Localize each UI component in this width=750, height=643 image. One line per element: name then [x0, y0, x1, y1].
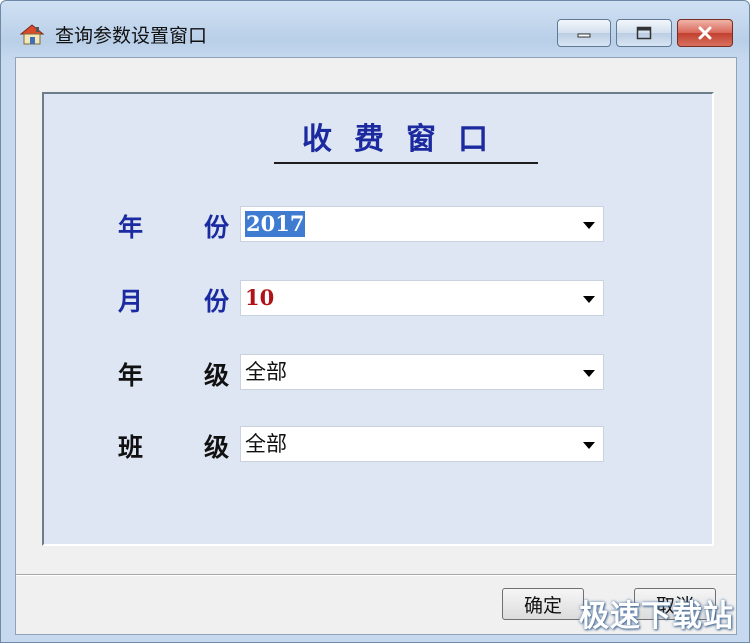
- year-label-char2: 份: [204, 213, 230, 242]
- class-label-char1: 班: [118, 433, 144, 462]
- window-title: 查询参数设置窗口: [55, 25, 208, 47]
- grade-label-char2: 级: [204, 361, 230, 390]
- form-panel: 收费窗口 年 份 2017 月 份 10 年 级 全部 班 级 全部: [42, 92, 714, 546]
- year-combobox[interactable]: 2017: [240, 206, 604, 242]
- grade-value: 全部: [245, 360, 287, 384]
- dialog-window: 查询参数设置窗口 收费窗口 年 份 2017 月 份 10 年 级 全部 班 级…: [0, 0, 750, 643]
- app-house-icon: [19, 24, 45, 45]
- grade-label-char1: 年: [118, 361, 144, 390]
- chevron-down-icon[interactable]: [583, 370, 595, 377]
- form-heading: 收费窗口: [302, 122, 510, 157]
- title-bar[interactable]: 查询参数设置窗口: [1, 1, 749, 57]
- ok-button[interactable]: 确定: [502, 588, 584, 620]
- close-icon: [698, 26, 712, 40]
- heading-underline: [274, 162, 538, 164]
- year-value: 2017: [245, 211, 306, 237]
- dialog-client-area: 收费窗口 年 份 2017 月 份 10 年 级 全部 班 级 全部 确定 取消: [15, 57, 737, 635]
- minimize-button[interactable]: [557, 19, 611, 47]
- year-label-char1: 年: [118, 213, 144, 242]
- button-area-divider: [16, 574, 736, 576]
- chevron-down-icon[interactable]: [583, 442, 595, 449]
- class-value: 全部: [245, 432, 287, 456]
- class-label-char2: 级: [204, 433, 230, 462]
- minimize-icon: [577, 33, 591, 38]
- chevron-down-icon[interactable]: [583, 296, 595, 303]
- month-combobox[interactable]: 10: [240, 280, 604, 316]
- class-combobox[interactable]: 全部: [240, 426, 604, 462]
- month-label-char2: 份: [204, 287, 230, 316]
- month-value: 10: [245, 285, 275, 310]
- grade-combobox[interactable]: 全部: [240, 354, 604, 390]
- close-button[interactable]: [677, 19, 733, 47]
- maximize-icon: [636, 26, 652, 40]
- chevron-down-icon[interactable]: [583, 222, 595, 229]
- watermark-text: 极速下载站: [579, 599, 734, 634]
- maximize-button[interactable]: [616, 19, 672, 47]
- month-label-char1: 月: [118, 287, 144, 316]
